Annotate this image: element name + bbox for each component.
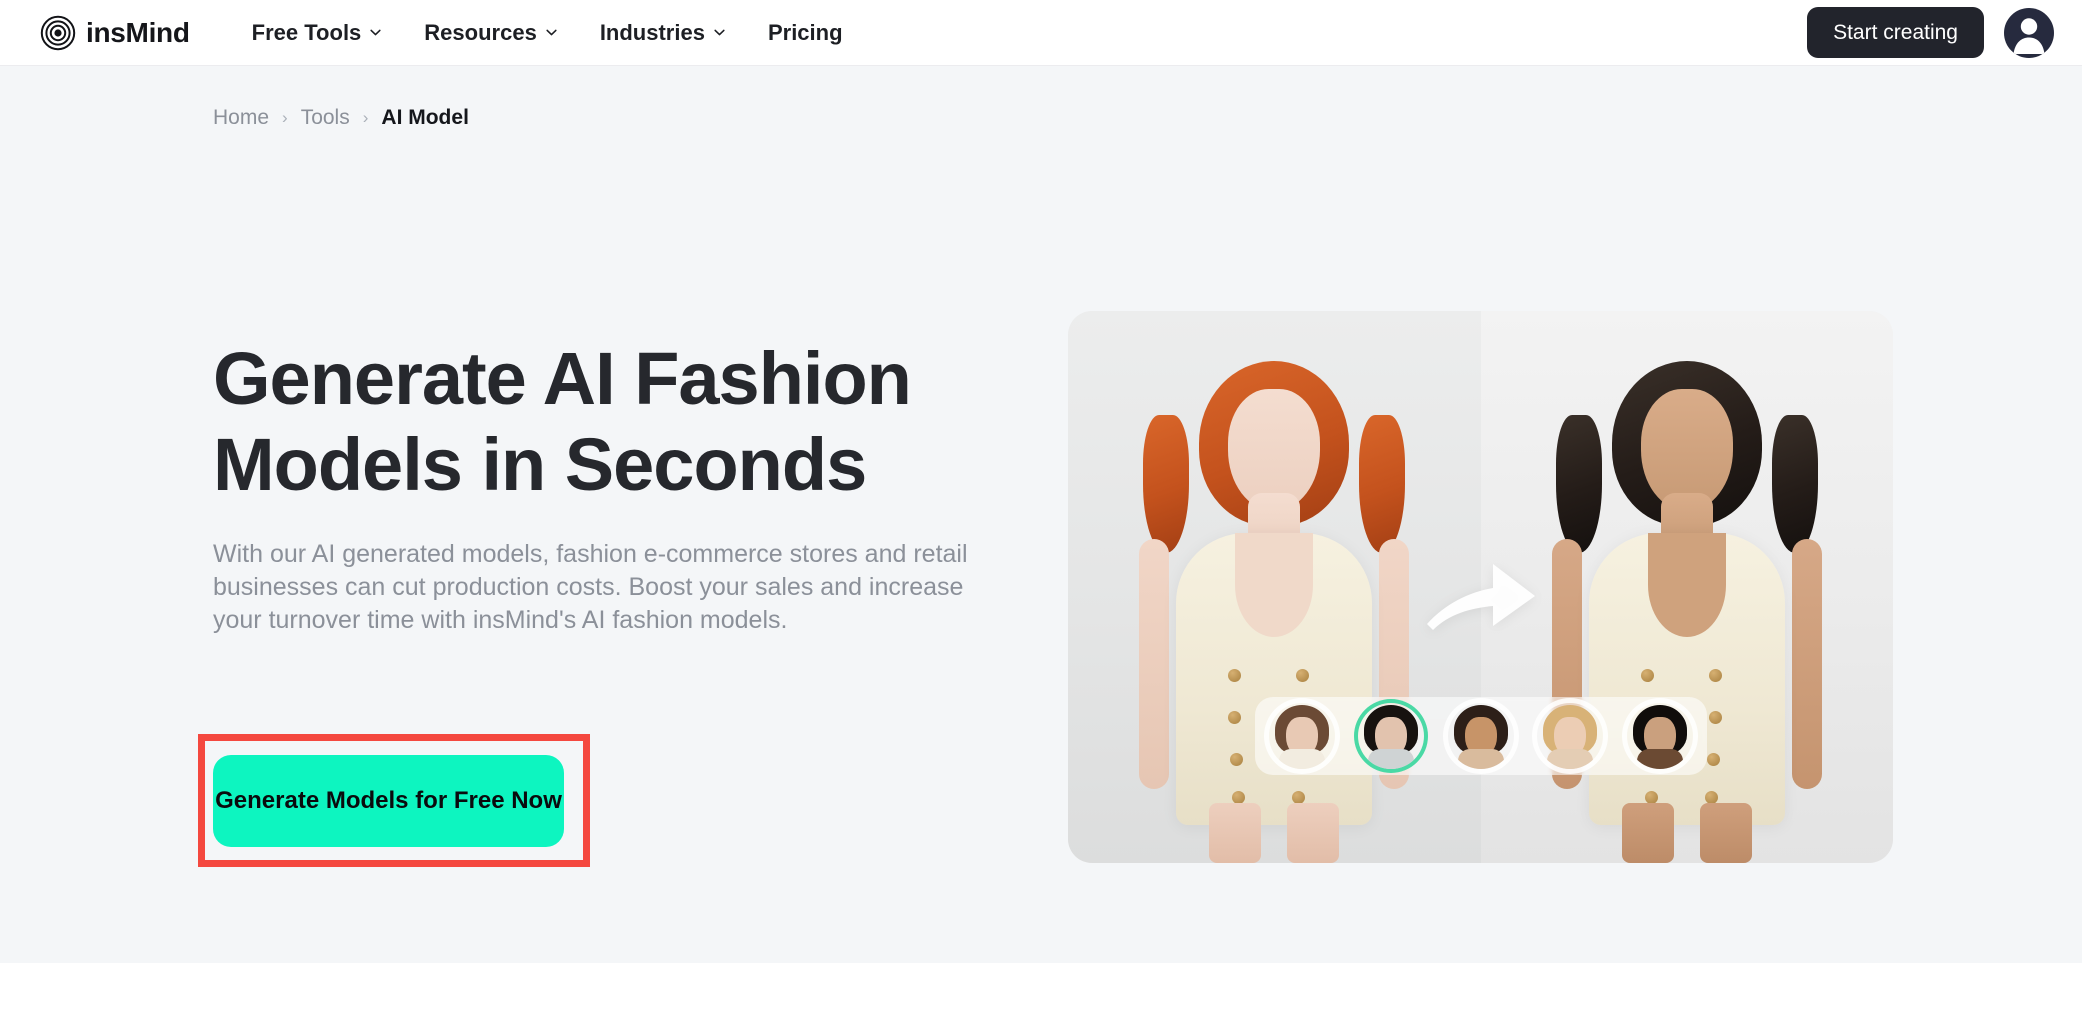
model-hair-side	[1143, 415, 1190, 553]
model-hair-side	[1555, 415, 1602, 553]
nav-label-industries: Industries	[599, 19, 705, 45]
nav-label-free-tools: Free Tools	[251, 19, 362, 45]
brand-name: insMind	[86, 16, 190, 48]
site-header: insMind Free Tools Resources Industries …	[0, 0, 2082, 66]
user-avatar-icon[interactable]	[2004, 7, 2054, 58]
main-navigation: Free Tools Resources Industries Pricing	[252, 20, 843, 46]
face-option-5[interactable]	[1627, 703, 1693, 769]
model-figure-brunette	[1522, 343, 1852, 863]
breadcrumb-item-ai-model: AI Model	[381, 106, 469, 129]
model-garment	[1176, 533, 1373, 825]
model-legs	[1199, 803, 1349, 863]
nav-label-pricing: Pricing	[767, 19, 843, 45]
hero-copy: Generate AI Fashion Models in Seconds Wi…	[213, 336, 1003, 637]
model-hair-side	[1359, 415, 1406, 553]
breadcrumb-item-tools[interactable]: Tools	[301, 106, 350, 130]
after-model-photo	[1480, 311, 1893, 863]
before-model-photo	[1068, 311, 1481, 863]
hero-section: Home › Tools › AI Model Generate AI Fash…	[0, 66, 2082, 963]
chevron-down-icon	[545, 26, 558, 39]
garment-neckline	[1235, 533, 1314, 637]
model-figure-redhead	[1109, 343, 1439, 863]
chevron-down-icon	[369, 26, 382, 39]
start-creating-button[interactable]: Start creating	[1807, 7, 1984, 58]
face-selector-strip	[1254, 697, 1707, 775]
model-garment	[1588, 533, 1785, 825]
breadcrumb-item-home[interactable]: Home	[213, 106, 269, 130]
face-option-3[interactable]	[1448, 703, 1514, 769]
concentric-circles-logo-icon	[40, 15, 76, 51]
breadcrumb-separator-icon: ›	[282, 108, 288, 127]
brand-logo[interactable]: insMind	[40, 15, 190, 51]
model-legs	[1612, 803, 1762, 863]
curved-arrow-up-right-icon	[1423, 538, 1539, 636]
header-actions: Start creating	[1807, 7, 2054, 58]
nav-label-resources: Resources	[424, 19, 537, 45]
nav-item-pricing[interactable]: Pricing	[768, 20, 843, 46]
model-arm	[1139, 539, 1170, 789]
hero-comparison-image	[1068, 311, 1893, 863]
face-option-1[interactable]	[1269, 703, 1335, 769]
nav-item-industries[interactable]: Industries	[600, 20, 726, 46]
nav-item-resources[interactable]: Resources	[424, 20, 558, 46]
page-title: Generate AI Fashion Models in Seconds	[213, 337, 912, 506]
garment-neckline	[1647, 533, 1726, 637]
hero-subtitle: With our AI generated models, fashion e-…	[213, 540, 968, 634]
generate-models-button[interactable]: Generate Models for Free Now	[213, 755, 564, 847]
chevron-down-icon	[713, 26, 726, 39]
model-arm	[1791, 539, 1822, 789]
nav-item-free-tools[interactable]: Free Tools	[252, 20, 383, 46]
face-option-2-selected[interactable]	[1358, 703, 1424, 769]
page-footer-area	[0, 963, 2082, 1025]
breadcrumb-separator-icon: ›	[362, 108, 369, 127]
model-hair-side	[1771, 415, 1818, 553]
face-option-4[interactable]	[1537, 703, 1603, 769]
breadcrumb: Home › Tools › AI Model	[213, 106, 469, 130]
